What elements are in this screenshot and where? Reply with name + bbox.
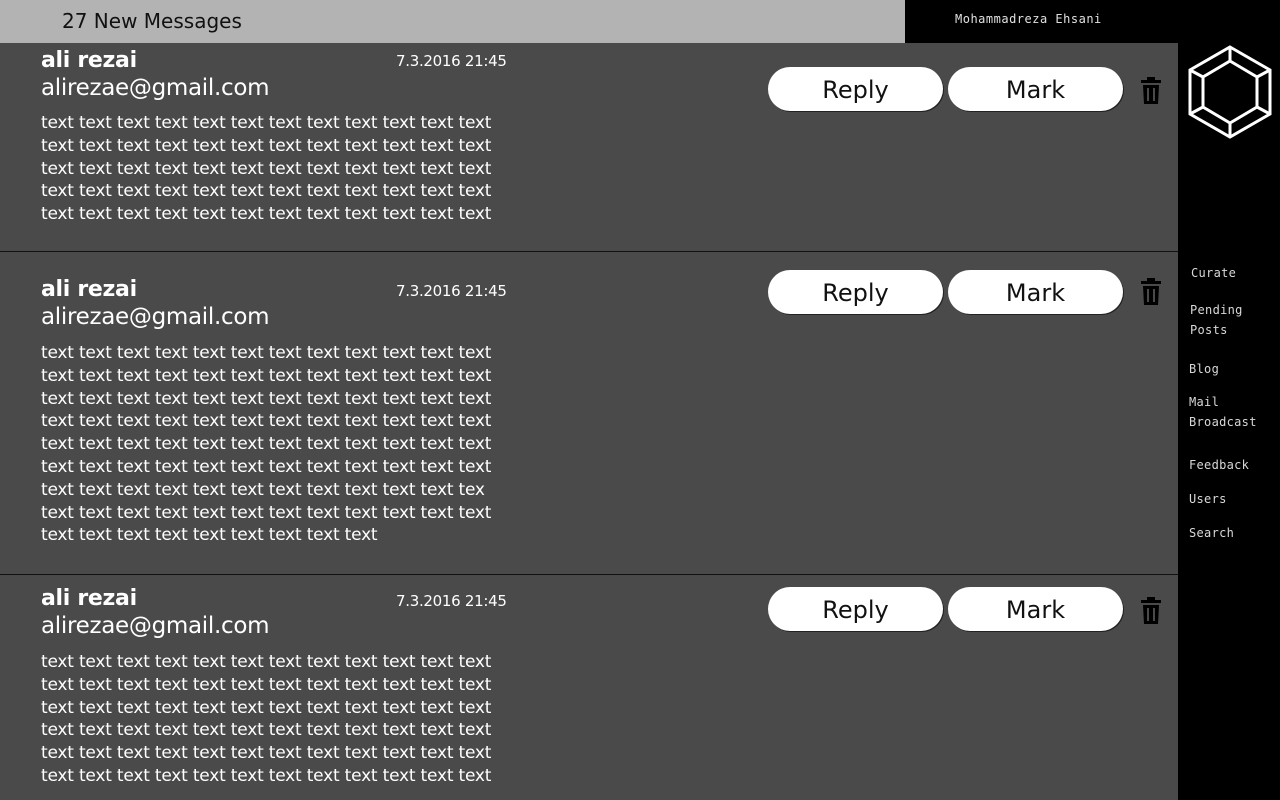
message-line: text text text text text text text text …	[41, 204, 492, 225]
nav-blog[interactable]: Blog	[1189, 359, 1219, 379]
message-date: 7.3.2016 21:45	[396, 52, 507, 70]
message-item: ali rezai alirezae@gmail.com 7.3.2016 21…	[0, 252, 1178, 575]
trash-icon[interactable]	[1140, 597, 1162, 625]
nav-search[interactable]: Search	[1189, 523, 1234, 543]
message-line: text text text text text text text text …	[41, 456, 492, 477]
message-line: text text text text text text text text …	[41, 674, 492, 695]
sender-name: ali rezai	[41, 586, 137, 611]
message-line: text text text text text text text text …	[41, 388, 492, 409]
message-body: text text text text text text text text …	[41, 342, 521, 547]
message-body: text text text text text text text text …	[41, 112, 521, 226]
user-name[interactable]: Mohammadreza Ehsani	[955, 12, 1102, 26]
message-line: text text text text text text text text …	[41, 743, 492, 764]
reply-button[interactable]: Reply	[768, 270, 943, 314]
sender-email: alirezae@gmail.com	[41, 304, 270, 330]
message-date: 7.3.2016 21:45	[396, 282, 507, 300]
sender-name: ali rezai	[41, 277, 137, 302]
reply-button[interactable]: Reply	[768, 67, 943, 111]
message-list: ali rezai alirezae@gmail.com 7.3.2016 21…	[0, 43, 1178, 800]
message-item: ali rezai alirezae@gmail.com 7.3.2016 21…	[0, 575, 1178, 800]
mark-button[interactable]: Mark	[948, 587, 1123, 631]
sender-name: ali rezai	[41, 48, 137, 73]
message-line: text text text text text text text text …	[41, 652, 492, 672]
header-bar: 27 New Messages	[0, 0, 905, 43]
nav-mail-broadcast[interactable]: Mail Broadcast	[1189, 392, 1257, 432]
message-line: text text text text text text text text …	[41, 365, 492, 386]
sidebar: Curate Pending Posts Blog Mail Broadcast…	[1178, 43, 1280, 800]
message-line: text text text text text text text text …	[41, 720, 492, 741]
message-line: text text text text text text text text …	[41, 765, 492, 786]
hexagon-cube-logo[interactable]	[1186, 43, 1274, 141]
message-line: text text text text text text text text …	[41, 135, 492, 156]
mark-button[interactable]: Mark	[948, 270, 1123, 314]
message-line: text text text text text text text text …	[41, 113, 492, 133]
reply-button[interactable]: Reply	[768, 587, 943, 631]
trash-icon[interactable]	[1140, 77, 1162, 105]
message-line: text text text text text text text text …	[41, 411, 492, 432]
nav-curate[interactable]: Curate	[1191, 263, 1236, 283]
trash-icon[interactable]	[1140, 278, 1162, 306]
message-body: text text text text text text text text …	[41, 651, 521, 788]
message-line: text text text text text text text text …	[41, 343, 492, 363]
message-line: text text text text text text text text …	[41, 434, 492, 455]
new-messages-count: 27 New Messages	[62, 9, 242, 33]
message-line: text text text text text text text text …	[41, 479, 485, 500]
sender-email: alirezae@gmail.com	[41, 75, 270, 101]
nav-users[interactable]: Users	[1189, 489, 1227, 509]
nav-feedback[interactable]: Feedback	[1189, 455, 1249, 475]
message-line: text text text text text text text text …	[41, 158, 492, 179]
message-line: text text text text text text text text …	[41, 525, 378, 546]
message-line: text text text text text text text text …	[41, 502, 492, 523]
mark-button[interactable]: Mark	[948, 67, 1123, 111]
message-item: ali rezai alirezae@gmail.com 7.3.2016 21…	[0, 43, 1178, 252]
message-date: 7.3.2016 21:45	[396, 592, 507, 610]
message-line: text text text text text text text text …	[41, 697, 492, 718]
nav-pending-posts[interactable]: Pending Posts	[1190, 300, 1243, 340]
sender-email: alirezae@gmail.com	[41, 613, 270, 639]
message-line: text text text text text text text text …	[41, 181, 492, 202]
user-bar: Mohammadreza Ehsani	[905, 0, 1280, 43]
